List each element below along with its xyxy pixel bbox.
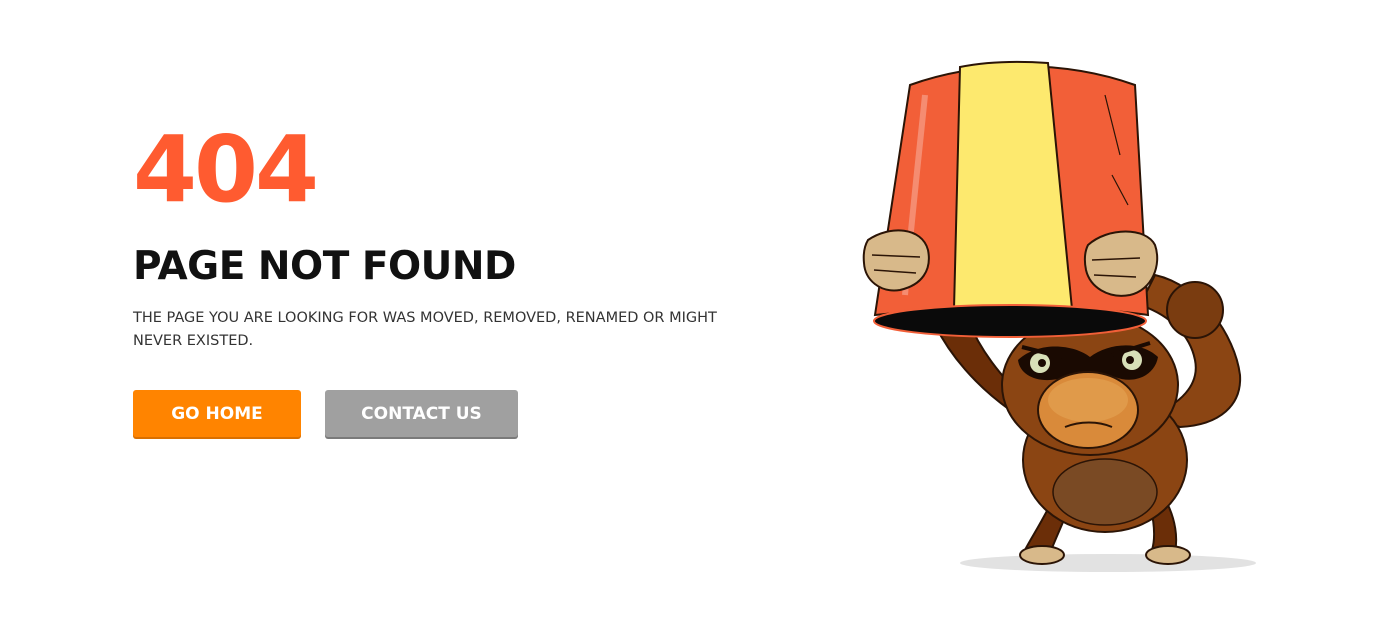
monkey-ear: [1166, 281, 1224, 339]
action-buttons: GO HOME CONTACT US: [133, 390, 518, 437]
error-page: 404 PAGE NOT FOUND THE PAGE YOU ARE LOOK…: [0, 0, 1400, 632]
monkey-right-foot: [1145, 545, 1191, 565]
error-content: 404 PAGE NOT FOUND THE PAGE YOU ARE LOOK…: [133, 120, 753, 353]
monkey-bucket-illustration: [862, 60, 1256, 572]
go-home-button[interactable]: GO HOME: [133, 390, 301, 437]
monkey-belly: [1052, 458, 1158, 526]
error-code: 404: [133, 116, 319, 223]
bucket-rim: [873, 304, 1147, 338]
monkey-left-foot: [1019, 545, 1065, 565]
page-title: PAGE NOT FOUND: [133, 244, 516, 289]
contact-us-button[interactable]: CONTACT US: [325, 390, 518, 437]
error-description: THE PAGE YOU ARE LOOKING FOR WAS MOVED, …: [133, 310, 717, 349]
monkey-right-hand: [1083, 230, 1159, 297]
ground-shadow: [960, 554, 1256, 572]
monkey-left-hand: [862, 229, 930, 292]
